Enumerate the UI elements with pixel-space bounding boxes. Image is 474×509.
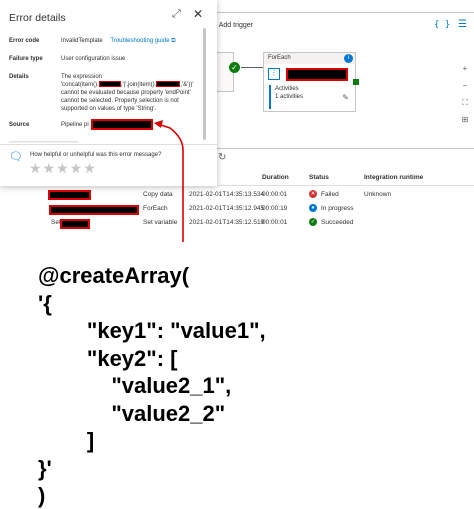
close-icon[interactable]: ✕ — [193, 7, 203, 21]
code-line: "value2_2" — [38, 400, 226, 426]
code-line: "key2": [ — [38, 345, 178, 371]
edit-pencil-icon[interactable]: ✎ — [342, 93, 349, 102]
table-row[interactable]: Copy data 2021-02-01T14:35:13.534 00:00:… — [0, 190, 474, 204]
fit-icon[interactable]: ⛶ — [459, 94, 471, 111]
header-divider — [200, 185, 474, 186]
run-duration: 00:00:01 — [262, 219, 288, 226]
zoom-out-icon[interactable]: − — [459, 77, 471, 94]
expand-icon[interactable]: ⤢ — [172, 8, 181, 21]
foreach-activity-node[interactable]: ForEach i ⋮ Activities 1 activities ✎ — [263, 52, 359, 112]
error-details-panel: Error details ⤢ ✕ Error code InvalidTemp… — [0, 0, 217, 186]
run-start: 2021-02-01T14:35:12.945 — [189, 205, 265, 212]
redacted-activity-name — [48, 190, 91, 200]
add-trigger-button[interactable]: ϟ Add trigger — [212, 22, 253, 29]
source-value: Pipeline pi — [61, 122, 89, 128]
code-line: @createArray( — [38, 263, 190, 288]
run-start: 2021-02-01T14:35:12.519 — [189, 219, 265, 226]
troubleshooting-link[interactable]: Troubleshooting guide ⧉ — [110, 38, 175, 44]
code-line: ) — [38, 483, 46, 508]
code-line: ] — [38, 428, 95, 453]
feedback-icon: 🗨 — [9, 151, 23, 163]
error-message: The expression 'concat(item(). ,'|',join(… — [61, 73, 201, 113]
details-label: Details — [9, 74, 29, 80]
top-divider — [200, 12, 474, 13]
source-label: Source — [9, 122, 30, 128]
redacted-activity-name — [60, 219, 90, 229]
redacted-pipeline-name — [91, 119, 153, 130]
run-status: ✕ Failed — [309, 190, 339, 198]
error-message-line: The expression — [61, 74, 103, 80]
code-line: }' — [38, 455, 52, 481]
activities-count: 1 activities — [275, 94, 304, 100]
redacted-activity-name — [286, 68, 348, 81]
failure-type-value: User configuration issue — [61, 56, 126, 62]
in-progress-icon: ● — [309, 204, 317, 212]
redacted-text — [156, 81, 181, 88]
activity-type: ForEach — [143, 205, 168, 212]
troubleshooting-link-label: Troubleshooting guide — [110, 38, 170, 44]
designer-toolbar: ϟ Add trigger { } ☰ — [212, 19, 474, 36]
code-snippet: @createArray( '{ "key1": "value1", "key2… — [38, 262, 458, 509]
expression-part: ,'|',join(item(). — [120, 82, 157, 88]
succeeded-icon: ✓ — [309, 218, 317, 226]
status-label: In progress — [321, 204, 354, 212]
success-badge-icon: ✓ — [229, 62, 240, 73]
code-line: "value2_1", — [38, 373, 232, 398]
zoom-in-icon[interactable]: + — [459, 60, 471, 77]
code-icon[interactable]: { } — [434, 20, 450, 30]
run-status: ● In progress — [309, 204, 354, 212]
error-code-value: InvalidTemplate Troubleshooting guide ⧉ — [61, 37, 176, 45]
properties-icon[interactable]: ☰ — [458, 19, 467, 30]
layout-icon[interactable]: ⊞ — [459, 111, 471, 128]
activity-type: Copy data — [143, 191, 173, 198]
run-duration: 00:00:01 — [262, 191, 288, 198]
refresh-icon[interactable]: ↻ — [218, 152, 226, 163]
activity-type: Set variable — [143, 219, 178, 226]
feedback-divider — [0, 144, 217, 145]
activities-label: Activities — [275, 86, 299, 92]
failure-type-field: Failure type User configuration issue — [9, 55, 204, 63]
column-header-runtime: Integration runtime — [364, 174, 424, 181]
output-divider — [200, 148, 474, 149]
feedback-question: How helpful or unhelpful was this error … — [30, 152, 162, 158]
activities-summary[interactable]: Activities 1 activities — [269, 85, 342, 109]
error-code-text: InvalidTemplate — [61, 38, 103, 44]
expression-part: 'concat(item(). — [61, 82, 99, 88]
foreach-title: ForEach — [268, 55, 291, 61]
run-duration: 00:00:19 — [262, 205, 288, 212]
truncated-content: ▁▁▁▁▁▁▁▁▁▁▁▁▁▁▁▁▁▁ — [9, 137, 79, 143]
success-port[interactable] — [353, 79, 359, 85]
foreach-loop-icon: ⋮ — [268, 68, 280, 80]
column-header-status: Status — [309, 174, 329, 181]
run-start: 2021-02-01T14:35:13.534 — [189, 191, 265, 198]
details-field: Details — [9, 73, 59, 81]
redacted-activity-name — [49, 205, 139, 215]
table-row[interactable]: Set Set variable 2021-02-01T14:35:12.519… — [0, 218, 474, 232]
rating-stars[interactable]: ★★★★★ — [29, 160, 97, 177]
status-label: Failed — [321, 190, 339, 198]
add-trigger-label: Add trigger — [218, 22, 253, 29]
integration-runtime: Unknown — [364, 191, 392, 198]
failure-type-label: Failure type — [9, 56, 43, 62]
info-icon: i — [344, 54, 353, 63]
external-link-icon: ⧉ — [171, 38, 176, 44]
expression-part: ,'&'))' — [180, 82, 194, 88]
failed-icon[interactable]: ✕ — [309, 190, 317, 198]
column-header-duration: Duration — [262, 174, 289, 181]
status-label: Succeeded — [321, 218, 354, 226]
error-expression-line: 'concat(item(). ,'|',join(item(). ,'&'))' — [61, 81, 201, 89]
activity-connector — [241, 67, 263, 68]
table-row[interactable]: ForEach 2021-02-01T14:35:12.945 00:00:19… — [0, 204, 474, 218]
canvas-side-tools: + − ⛶ ⊞ — [459, 60, 471, 128]
error-message-line: cannot be evaluated because property 'en… — [61, 90, 191, 112]
code-line: '{ — [38, 290, 52, 316]
error-code-field: Error code InvalidTemplate Troubleshooti… — [9, 37, 204, 45]
redacted-text — [98, 81, 121, 88]
code-line: "key1": "value1", — [38, 318, 266, 343]
error-code-label: Error code — [9, 38, 40, 44]
panel-title: Error details — [9, 12, 66, 24]
run-status: ✓ Succeeded — [309, 218, 354, 226]
